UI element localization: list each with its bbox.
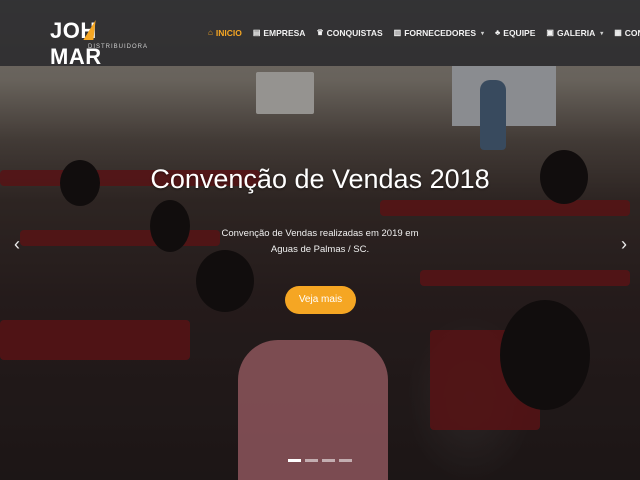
slider-dot[interactable] [288,459,301,462]
brand-subtitle: DISTRIBUIDORA [88,44,149,50]
trophy-icon: ♛ [316,28,324,37]
nav-item-contato[interactable]: ▦ CONTATO [614,28,640,38]
nav-item-label: EMPRESA [263,28,306,38]
nav-item-inicio[interactable]: ⌂ INICIO [208,28,242,38]
chevron-left-icon[interactable]: ‹ [10,234,24,254]
contact-icon: ▦ [614,28,622,37]
chart-icon: ▥ [393,28,402,37]
slider-dot[interactable] [339,459,352,462]
team-icon: ♣ [495,28,501,37]
home-icon: ⌂ [208,28,213,37]
chevron-down-icon: ▾ [600,30,604,37]
nav-item-equipe[interactable]: ♣ EQUIPE [495,28,535,38]
chevron-right-icon[interactable]: › [617,234,631,254]
slider-pagination [288,459,352,462]
main-menu: ⌂ INICIO ▤ EMPRESA ♛ CONQUISTAS ▥ FORNEC… [208,26,640,40]
document-icon: ▤ [252,28,261,37]
top-navbar: JOHMAR DISTRIBUIDORA ⌂ INICIO ▤ EMPRESA … [0,0,640,69]
brand-logo[interactable]: JOHMAR DISTRIBUIDORA [50,18,147,69]
slide-title: Convenção de Vendas 2018 [150,164,490,194]
nav-item-conquistas[interactable]: ♛ CONQUISTAS [316,28,382,38]
nav-item-label: EQUIPE [503,28,536,38]
nav-item-label: FORNECEDORES [404,28,477,38]
nav-item-label: INICIO [215,28,242,38]
nav-item-empresa[interactable]: ▤ EMPRESA [253,28,306,38]
chevron-down-icon: ▾ [481,30,485,37]
gallery-icon: ▣ [546,28,554,37]
see-more-button[interactable]: Veja mais [285,286,356,314]
nav-item-fornecedores[interactable]: ▥ FORNECEDORES ▾ [394,28,484,38]
nav-item-label: GALERIA [556,28,596,38]
nav-item-label: CONQUISTAS [326,28,383,38]
nav-item-galeria[interactable]: ▣ GALERIA ▾ [546,28,603,38]
nav-item-label: CONTATO [624,28,640,38]
slide-description: Convenção de Vendas realizadas em 2019 e… [221,228,419,255]
slider-dot[interactable] [322,459,335,462]
slider-dot[interactable] [305,459,318,462]
